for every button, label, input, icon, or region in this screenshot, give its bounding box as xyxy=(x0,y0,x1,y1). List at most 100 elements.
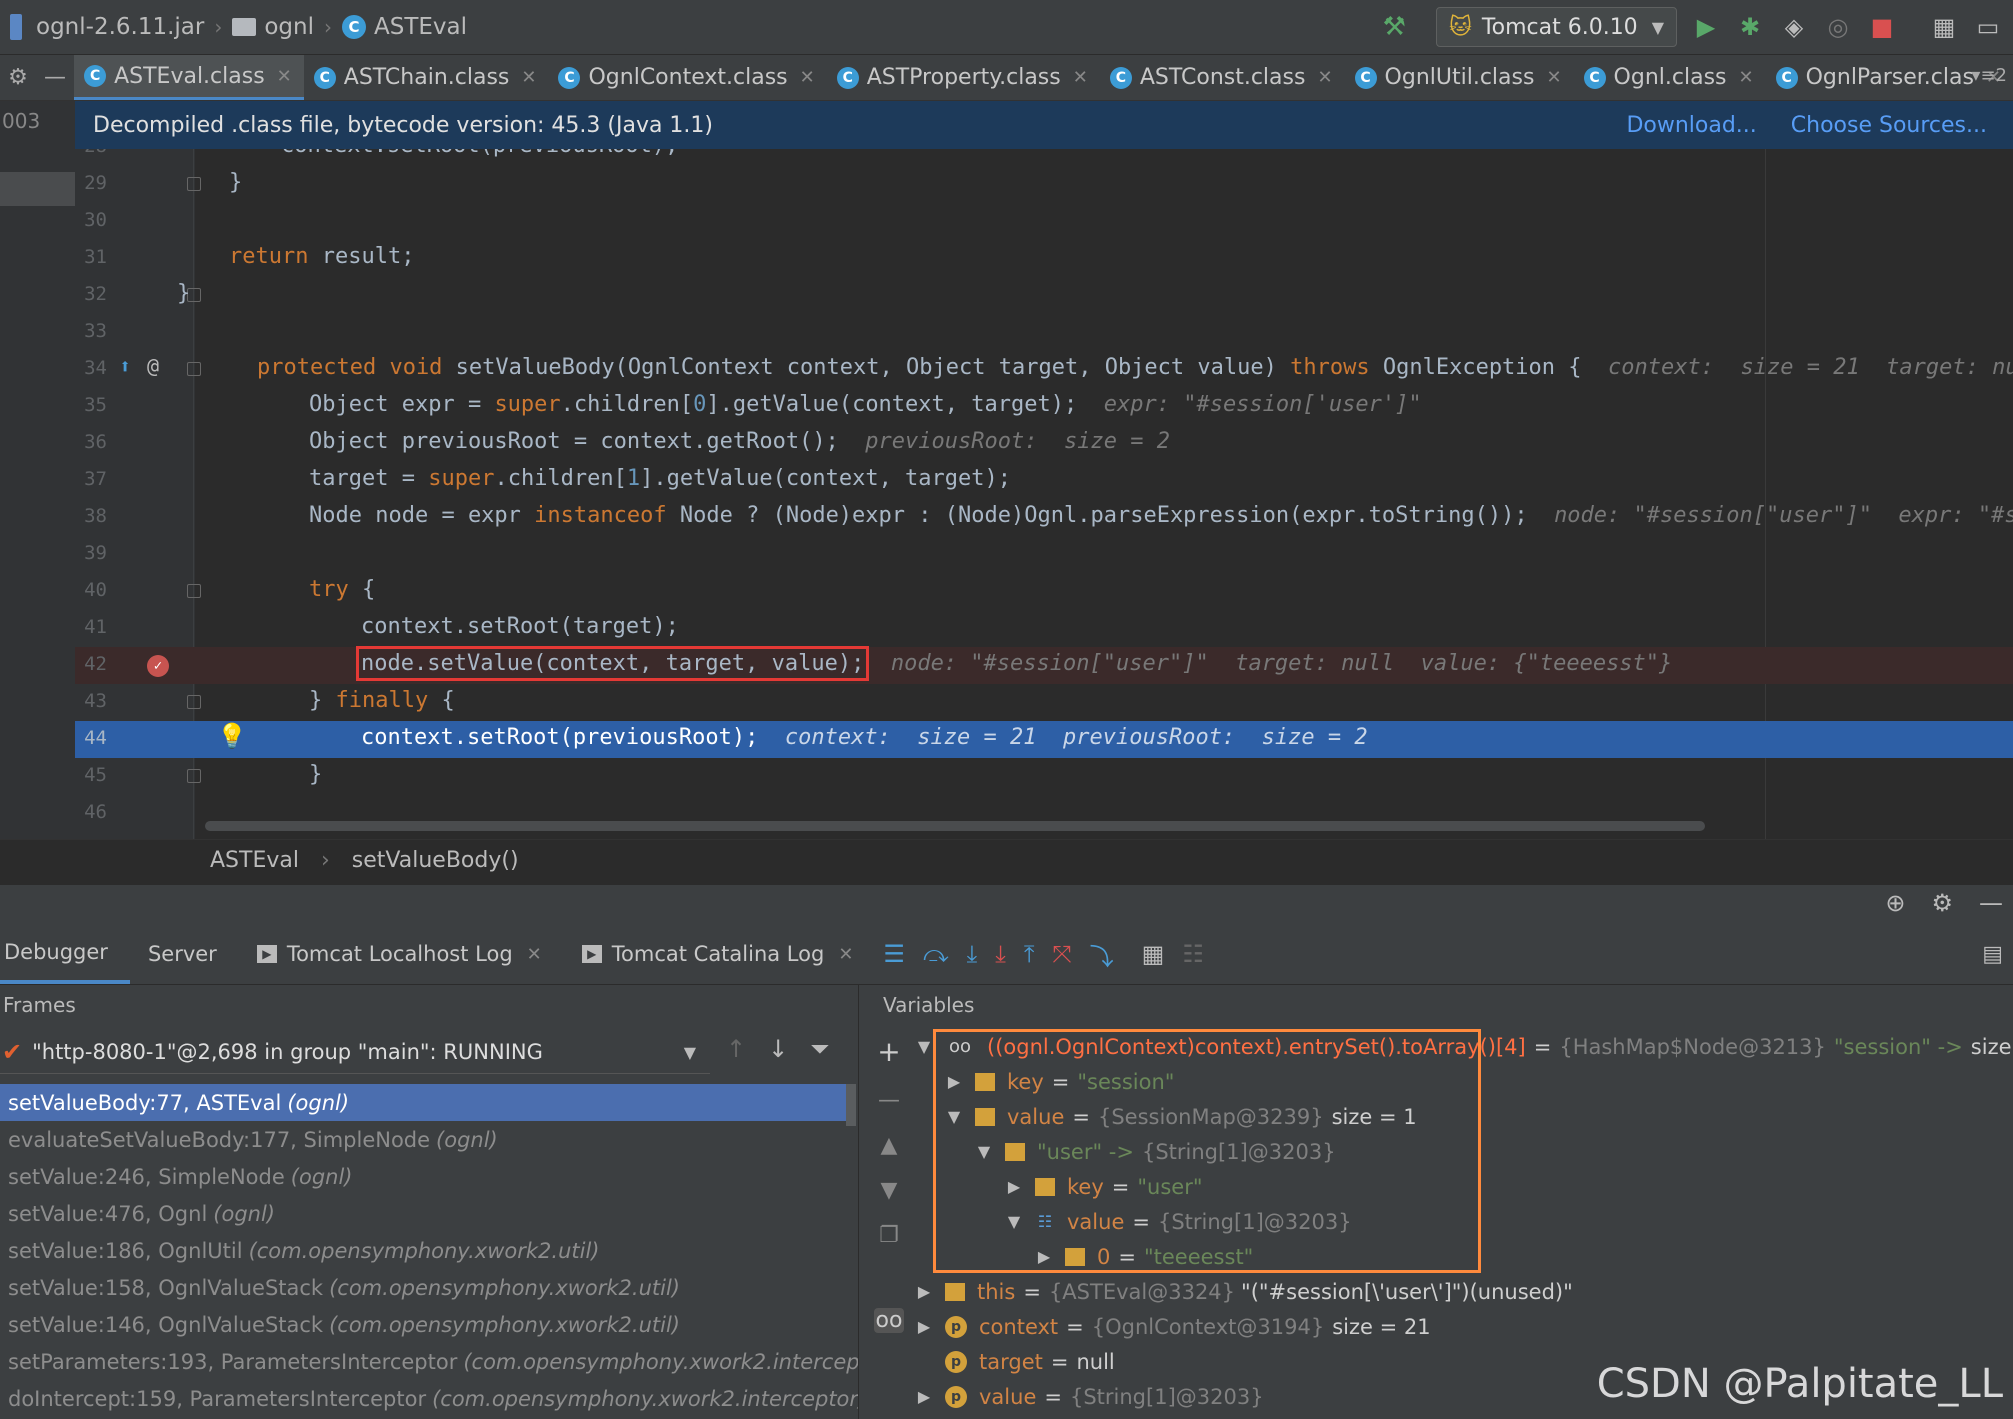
expanded-triangle-icon[interactable]: ▼ xyxy=(975,1142,993,1161)
collapsed-triangle-icon[interactable]: ▶ xyxy=(1005,1177,1023,1196)
variable-row[interactable]: ▶ key = "session" xyxy=(915,1064,2013,1099)
run-configuration-select[interactable]: 🐱 Tomcat 6.0.10 ▼ xyxy=(1435,7,1677,47)
code-line[interactable]: 30 xyxy=(75,203,2013,240)
tab-ognlcontext[interactable]: C OgnlContext.class ✕ xyxy=(548,55,826,100)
terminal-icon[interactable]: ▭ xyxy=(1973,12,2003,42)
collapsed-triangle-icon[interactable]: ▶ xyxy=(915,1317,933,1336)
fold-marker[interactable] xyxy=(187,695,201,709)
close-icon[interactable]: ✕ xyxy=(838,944,853,965)
code-line[interactable]: 35 Object expr = super.children[0].getVa… xyxy=(75,388,2013,425)
minimize-icon[interactable]: — xyxy=(44,65,66,90)
tab-tomcat-localhost-log[interactable]: ▶ Tomcat Localhost Log ✕ xyxy=(239,924,564,984)
plus-icon[interactable]: + xyxy=(877,1035,900,1068)
expanded-triangle-icon[interactable]: ▼ xyxy=(945,1107,963,1126)
move-down-icon[interactable]: ▼ xyxy=(881,1178,898,1203)
frame-item[interactable]: setValue:158, OgnlValueStack (com.opensym… xyxy=(0,1269,858,1306)
step-out-icon[interactable]: ⤒ xyxy=(1024,940,1035,968)
tab-server[interactable]: Server xyxy=(130,924,239,984)
lightbulb-icon[interactable]: 💡 xyxy=(217,722,247,750)
tab-astchain[interactable]: C ASTChain.class ✕ xyxy=(304,55,549,100)
code-line[interactable]: 39 xyxy=(75,536,2013,573)
fold-marker[interactable] xyxy=(187,584,201,598)
copy-icon[interactable]: ❐ xyxy=(879,1223,899,1248)
close-icon[interactable]: ✕ xyxy=(1546,67,1561,88)
crosshair-icon[interactable]: ⊕ xyxy=(1885,889,1905,917)
code-line[interactable]: 37 target = super.children[1].getValue(c… xyxy=(75,462,2013,499)
fold-marker[interactable] xyxy=(187,177,201,191)
code-line[interactable]: 36 Object previousRoot = context.getRoot… xyxy=(75,425,2013,462)
frame-item[interactable]: setValue:246, SimpleNode (ognl) xyxy=(0,1158,858,1195)
show-execution-point-icon[interactable]: ☰ xyxy=(883,940,905,968)
horizontal-scrollbar[interactable] xyxy=(205,821,1705,831)
variable-row[interactable]: ▶ key = "user" xyxy=(915,1169,2013,1204)
step-over-icon[interactable]: ⤼ xyxy=(923,940,949,968)
code-line[interactable]: 29 } xyxy=(75,166,2013,203)
download-link[interactable]: Download... xyxy=(1626,113,1756,138)
fold-marker[interactable] xyxy=(187,769,201,783)
close-icon[interactable]: ✕ xyxy=(1317,67,1332,88)
hammer-icon[interactable]: ⚒ xyxy=(1383,12,1406,42)
frames-scrollbar[interactable] xyxy=(846,1084,856,1126)
close-icon[interactable]: ✕ xyxy=(277,66,292,87)
code-line[interactable]: 34 ⬆ @ protected void setValueBody(OgnlC… xyxy=(75,351,2013,388)
move-up-icon[interactable]: ▲ xyxy=(881,1133,898,1158)
override-icon[interactable]: ⬆ xyxy=(119,354,131,378)
variable-row[interactable]: ▼ ☷ value = {String[1]@3203} xyxy=(915,1204,2013,1239)
minus-icon[interactable]: — xyxy=(878,1088,900,1113)
code-line-breakpoint[interactable]: 42 ✓ node.setValue(context, target, valu… xyxy=(75,646,2013,684)
variable-row[interactable]: ▶ p context = {OgnlContext@3194} size = … xyxy=(915,1309,2013,1344)
breadcrumb-package[interactable]: ognl › xyxy=(232,14,342,40)
project-structure-icon[interactable]: ▦ xyxy=(1929,12,1959,42)
close-icon[interactable]: ✕ xyxy=(1739,67,1754,88)
code-line[interactable]: 28 context.setRoot(previousRoot); xyxy=(75,149,2013,166)
code-line[interactable]: 45 } xyxy=(75,758,2013,795)
debug-icon[interactable]: ✱ xyxy=(1735,12,1765,42)
trace-icon[interactable]: ☷ xyxy=(1182,940,1204,968)
variable-row[interactable]: ▶ this = {ASTEval@3324} "("#session[\'us… xyxy=(915,1274,2013,1309)
choose-sources-link[interactable]: Choose Sources... xyxy=(1791,113,1987,138)
arrow-up-icon[interactable]: ↑ xyxy=(726,1035,746,1063)
evaluate-expression-icon[interactable]: ▦ xyxy=(1142,940,1165,968)
frame-item[interactable]: setParameters:193, ParametersInterceptor… xyxy=(0,1343,858,1380)
frame-item[interactable]: doIntercept:159, ParametersInterceptor (c… xyxy=(0,1380,858,1417)
close-icon[interactable]: ✕ xyxy=(527,944,542,965)
tab-astproperty[interactable]: C ASTProperty.class ✕ xyxy=(827,55,1100,100)
close-icon[interactable]: ✕ xyxy=(800,67,815,88)
breadcrumb-jar[interactable]: ognl-2.6.11.jar › xyxy=(10,14,232,40)
code-line[interactable]: 38 Node node = expr instanceof Node ? (N… xyxy=(75,499,2013,536)
breadcrumb-class[interactable]: C ASTEval xyxy=(342,14,467,40)
filter-icon[interactable]: ⏷ xyxy=(810,1035,829,1063)
run-to-cursor-icon[interactable]: ⤵ xyxy=(1090,937,1114,972)
expanded-triangle-icon[interactable]: ▼ xyxy=(915,1037,933,1056)
layout-icon[interactable]: ▤ xyxy=(1982,942,2003,967)
collapsed-triangle-icon[interactable]: ▶ xyxy=(1035,1247,1053,1266)
frame-item[interactable]: setValue:476, Ognl (ognl) xyxy=(0,1195,858,1232)
watches-icon[interactable]: oo xyxy=(873,1308,905,1333)
code-line[interactable]: 43 } finally { xyxy=(75,684,2013,721)
code-editor[interactable]: 28 context.setRoot(previousRoot); 29 } 3… xyxy=(75,149,2013,839)
tabs-overflow-button[interactable]: ▾≡2 xyxy=(1971,65,2007,86)
collapsed-triangle-icon[interactable]: ▶ xyxy=(915,1387,933,1406)
code-line-current-execution[interactable]: 44 💡 context.setRoot(previousRoot); cont… xyxy=(75,721,2013,758)
close-icon[interactable]: ✕ xyxy=(521,67,536,88)
code-line[interactable]: 33 xyxy=(75,314,2013,351)
tab-ognlutil[interactable]: C OgnlUtil.class ✕ xyxy=(1345,55,1574,100)
gear-icon[interactable]: ⚙ xyxy=(1931,889,1953,917)
frame-item[interactable]: setValueBody:77, ASTEval (ognl) xyxy=(0,1084,856,1121)
tab-asteval[interactable]: C ASTEval.class ✕ xyxy=(74,55,304,100)
gear-icon[interactable]: ⚙ xyxy=(8,65,28,90)
force-step-into-icon[interactable]: ⤓ xyxy=(995,940,1006,968)
minimize-icon[interactable]: — xyxy=(1979,889,2003,917)
collapsed-triangle-icon[interactable]: ▶ xyxy=(915,1282,933,1301)
fold-marker[interactable] xyxy=(187,362,201,376)
arrow-down-icon[interactable]: ↓ xyxy=(768,1035,788,1063)
tab-tomcat-catalina-log[interactable]: ▶ Tomcat Catalina Log ✕ xyxy=(564,924,876,984)
frame-item[interactable]: setValue:186, OgnlUtil (com.opensymphony.… xyxy=(0,1232,858,1269)
code-line[interactable]: 41 context.setRoot(target); xyxy=(75,610,2013,647)
tab-astconst[interactable]: C ASTConst.class ✕ xyxy=(1100,55,1345,100)
breadcrumb-method[interactable]: setValueBody() xyxy=(352,848,519,873)
code-line[interactable]: 40 try { xyxy=(75,573,2013,610)
stop-icon[interactable]: ■ xyxy=(1867,12,1897,42)
code-line[interactable]: 31 return result; xyxy=(75,240,2013,277)
tab-ognl[interactable]: C Ognl.class ✕ xyxy=(1574,55,1766,100)
